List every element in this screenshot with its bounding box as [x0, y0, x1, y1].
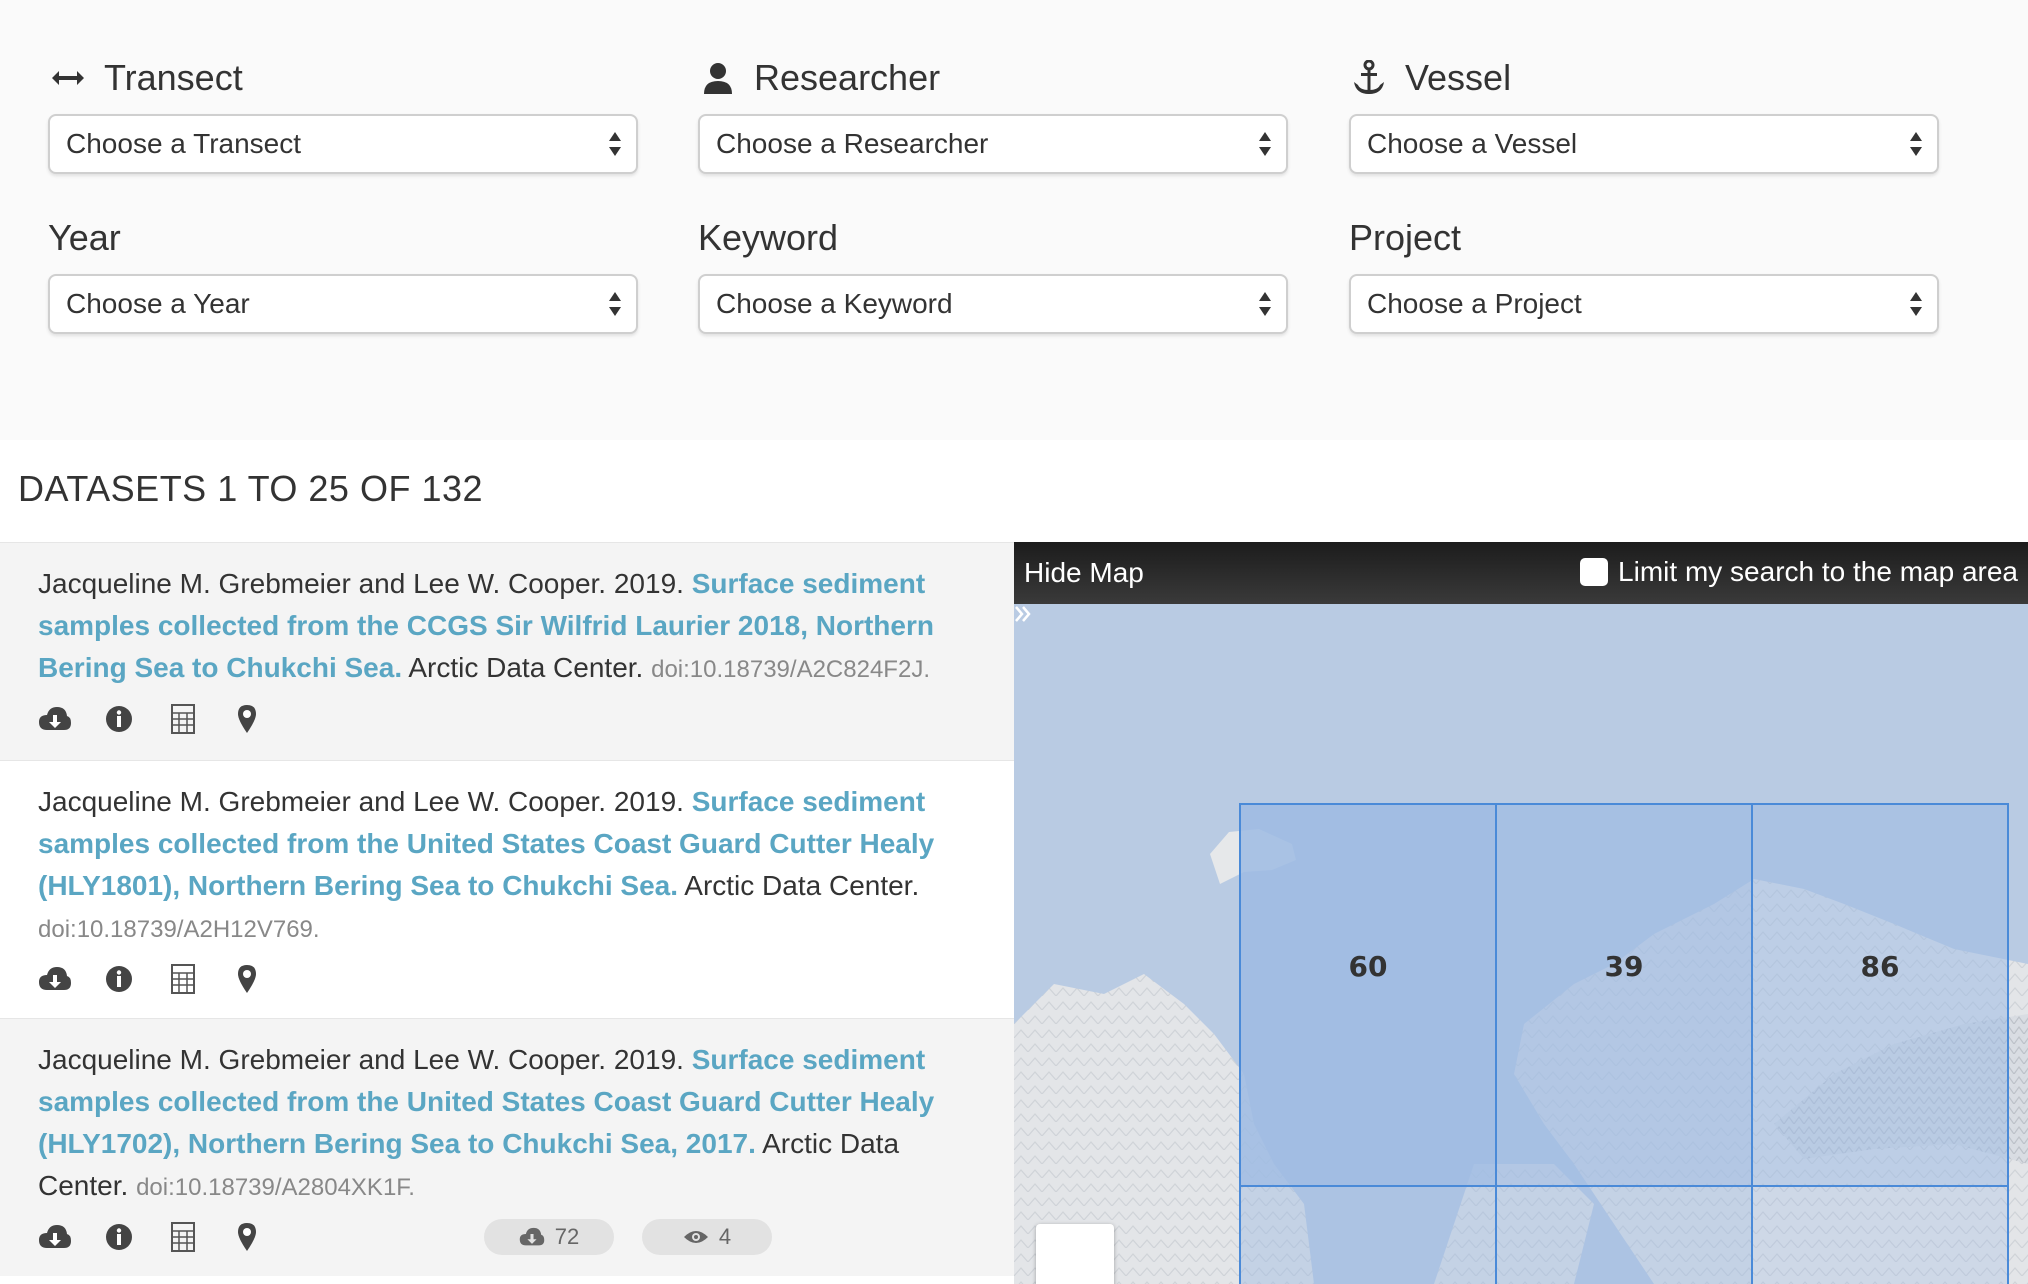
map-canvas[interactable]: 60 39 86: [1014, 604, 2028, 1284]
keyword-filter: Keyword Choose a Keyword: [698, 216, 1288, 334]
result-actions: 72 4: [38, 1217, 1014, 1257]
citation-doi: doi:10.18739/A2C824F2J.: [651, 656, 930, 683]
eye-icon: [683, 1231, 708, 1243]
grid-cell-count[interactable]: 86: [1861, 950, 1900, 983]
table-icon[interactable]: [166, 702, 200, 736]
limit-search-checkbox[interactable]: [1580, 558, 1609, 586]
citation-authors: Jacqueline M. Grebmeier and Lee W. Coope…: [38, 1044, 684, 1075]
researcher-filter: Researcher Choose a Researcher: [698, 56, 1288, 174]
transect-select-value: Choose a Transect: [66, 128, 302, 159]
citation-doi: doi:10.18739/A2804XK1F.: [136, 1174, 415, 1201]
transect-select[interactable]: Choose a Transect: [48, 114, 638, 174]
map-panel[interactable]: Hide Map Limit my search to the map area: [1014, 542, 2028, 1284]
result-item: Jacqueline M. Grebmeier and Lee W. Coope…: [0, 1018, 1014, 1276]
hide-map-button[interactable]: Hide Map: [1015, 557, 1144, 622]
result-actions: [38, 959, 1014, 999]
vessel-select[interactable]: Choose a Vessel: [1349, 114, 1939, 174]
cloud-download-icon[interactable]: [38, 702, 72, 736]
researcher-select-value: Choose a Researcher: [716, 128, 989, 159]
year-select[interactable]: Choose a Year: [48, 274, 638, 334]
citation: Jacqueline M. Grebmeier and Lee W. Coope…: [38, 563, 958, 691]
transect-filter: Transect Choose a Transect: [48, 56, 638, 174]
info-icon[interactable]: [102, 962, 136, 996]
keyword-label: Keyword: [698, 217, 839, 258]
transect-label: Transect: [104, 57, 243, 98]
user-icon: [698, 58, 738, 98]
citation: Jacqueline M. Grebmeier and Lee W. Coope…: [38, 1039, 958, 1209]
map-marker-icon[interactable]: [230, 1220, 264, 1254]
views-badge: 4: [642, 1219, 772, 1255]
select-arrows-icon: [1259, 292, 1271, 316]
grid-cell-count[interactable]: 39: [1605, 950, 1644, 983]
project-select[interactable]: Choose a Project: [1349, 274, 1939, 334]
limit-search-control[interactable]: Limit my search to the map area: [1580, 556, 2018, 588]
map-toolbar: Hide Map Limit my search to the map area: [1014, 542, 2028, 622]
citation-authors: Jacqueline M. Grebmeier and Lee W. Coope…: [38, 568, 684, 599]
result-item: Jacqueline M. Grebmeier and Lee W. Coope…: [0, 760, 1014, 1018]
hide-map-label: Hide Map: [1024, 557, 1144, 588]
project-label: Project: [1349, 217, 1462, 258]
researcher-label: Researcher: [754, 57, 941, 98]
grid-cell-count[interactable]: 60: [1349, 950, 1388, 983]
researcher-select[interactable]: Choose a Researcher: [698, 114, 1288, 174]
views-count: 4: [718, 1224, 732, 1249]
select-arrows-icon: [609, 292, 621, 316]
results-count-heading: DATASETS 1 TO 25 OF 132: [18, 468, 484, 509]
select-arrows-icon: [1910, 292, 1922, 316]
select-arrows-icon: [1910, 132, 1922, 156]
citation-publisher: Arctic Data Center.: [684, 870, 920, 901]
citation: Jacqueline M. Grebmeier and Lee W. Coope…: [38, 781, 958, 951]
vessel-filter: Vessel Choose a Vessel: [1349, 56, 1939, 174]
map-marker-icon[interactable]: [230, 962, 264, 996]
citation-authors: Jacqueline M. Grebmeier and Lee W. Coope…: [38, 786, 684, 817]
vessel-label: Vessel: [1405, 57, 1512, 98]
cloud-download-icon[interactable]: [38, 962, 72, 996]
search-filters: Transect Choose a Transect Researcher Ch…: [0, 0, 2028, 440]
result-item: Jacqueline M. Grebmeier and Lee W. Coope…: [0, 542, 1014, 760]
keyword-select-value: Choose a Keyword: [716, 288, 953, 319]
table-icon[interactable]: [166, 1220, 200, 1254]
project-select-value: Choose a Project: [1367, 288, 1582, 319]
downloads-count: 72: [554, 1224, 580, 1249]
select-arrows-icon: [609, 132, 621, 156]
info-icon[interactable]: [102, 702, 136, 736]
citation-publisher: Arctic Data Center.: [408, 652, 644, 683]
cloud-download-icon[interactable]: [38, 1220, 72, 1254]
map-marker-icon[interactable]: [230, 702, 264, 736]
info-icon[interactable]: [102, 1220, 136, 1254]
limit-search-label: Limit my search to the map area: [1618, 556, 2018, 587]
year-select-value: Choose a Year: [66, 288, 250, 319]
year-label: Year: [48, 217, 121, 258]
zoom-in-button[interactable]: [1036, 1224, 1114, 1284]
downloads-badge: 72: [484, 1219, 614, 1255]
keyword-select[interactable]: Choose a Keyword: [698, 274, 1288, 334]
grid-cells: [1239, 803, 2009, 1284]
result-actions: [38, 699, 1014, 739]
citation-doi: doi:10.18739/A2H12V769.: [38, 916, 320, 943]
cloud-download-icon: [519, 1227, 544, 1246]
anchor-icon: [1349, 58, 1389, 98]
year-filter: Year Choose a Year: [48, 216, 638, 334]
vessel-select-value: Choose a Vessel: [1367, 128, 1578, 159]
arrows-h-icon: [48, 58, 88, 98]
table-icon[interactable]: [166, 962, 200, 996]
project-filter: Project Choose a Project: [1349, 216, 1939, 334]
select-arrows-icon: [1259, 132, 1271, 156]
